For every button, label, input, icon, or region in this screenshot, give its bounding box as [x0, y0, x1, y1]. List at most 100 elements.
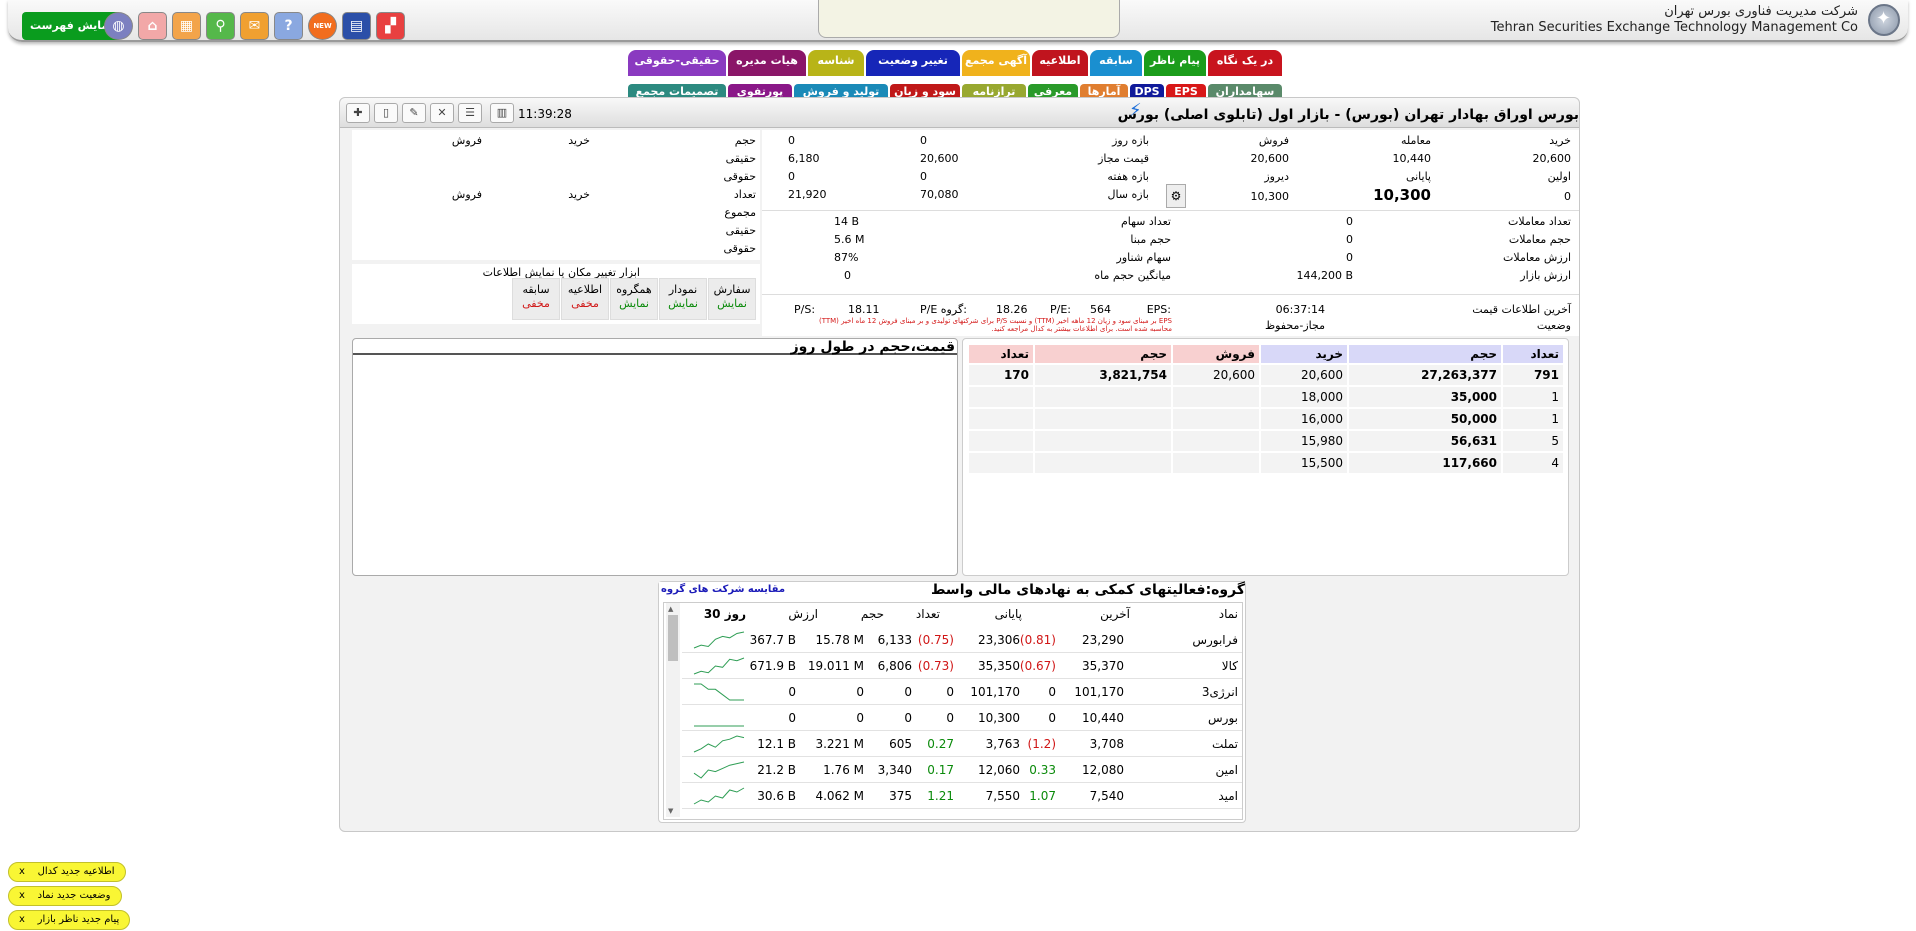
edit-icon[interactable]: ✎ [402, 103, 426, 123]
sparkline-path [694, 683, 744, 701]
tab-meeting[interactable]: آگهی مجمع [962, 50, 1030, 76]
ob-cell-sp [1173, 453, 1259, 473]
sparkline [693, 761, 745, 779]
group-cell-close: 101,170 [970, 685, 1020, 699]
new-icon[interactable]: NEW [308, 12, 337, 40]
globe-icon[interactable]: ◍ [104, 12, 133, 40]
label-pe: P/E: [1050, 303, 1071, 316]
group-cell-volume: 15.78 M [815, 633, 864, 647]
list-icon[interactable]: ☰ [458, 103, 482, 123]
calculator-icon[interactable]: ▯ [374, 103, 398, 123]
add-icon[interactable]: ✚ [346, 103, 370, 123]
tool-group-button[interactable]: همگروه نمایش [610, 278, 658, 320]
label-day-range: بازه روز [1112, 134, 1149, 147]
value-group-pe: 18.11 [848, 303, 880, 316]
group-cell-last: 101,170 [1074, 685, 1124, 699]
label-trade-count: تعداد معاملات [1508, 215, 1571, 228]
dashboard-icon[interactable]: ▞ [376, 12, 405, 40]
group-cell-symbol[interactable]: انرژی3 [1202, 685, 1238, 699]
tool-history-label: سابقه [522, 283, 550, 296]
tab-history[interactable]: سابقه [1090, 50, 1142, 76]
group-cell-symbol[interactable]: بورس [1208, 711, 1238, 725]
tab-board[interactable]: هیات مدیره [728, 50, 806, 76]
ob-cell-sv [1035, 409, 1171, 429]
label-last-info: آخرین اطلاعات قیمت [1472, 303, 1571, 316]
label-group-pe: P/E گروه: [920, 303, 967, 316]
group-cell-cchg: 0.27 [927, 737, 954, 751]
ob-cell-bv: 27,263,377 [1349, 365, 1501, 385]
close-icon[interactable]: x [19, 866, 25, 877]
help-icon[interactable]: ? [274, 12, 303, 40]
close-icon[interactable]: x [19, 890, 25, 901]
tool-order-button[interactable]: سفارش نمایش [708, 278, 756, 320]
group-cell-symbol[interactable]: امین [1215, 763, 1238, 777]
tool-chart-button[interactable]: نمودار نمایش [659, 278, 707, 320]
tab-overview[interactable]: در یک نگاه [1208, 50, 1282, 76]
close-icon[interactable]: x [19, 914, 25, 925]
group-row[interactable]: انرژی3 101,170 0 101,170 0 0 0 0 [682, 679, 1242, 705]
value-trade-value: 0 [1346, 251, 1353, 264]
value-allowed-hi: 20,600 [920, 152, 959, 165]
tool-announce-button[interactable]: اطلاعیه مخفی [561, 278, 609, 320]
tool-chart-label: نمودار [668, 283, 698, 296]
ob-cell-sc [969, 431, 1033, 451]
gh-close: پایانی [994, 607, 1022, 621]
scroll-up-icon[interactable]: ▲ [668, 605, 673, 613]
group-cell-lchg: 0 [1048, 685, 1056, 699]
scroll-down-icon[interactable]: ▼ [668, 807, 673, 815]
search-icon[interactable]: ⚲ [206, 12, 235, 40]
home-icon[interactable]: ⌂ [138, 12, 167, 40]
tool-chart-state: نمایش [668, 297, 698, 310]
value-day-range-lo: 0 [788, 134, 795, 147]
tsetmc-logo[interactable]: ✦ [1868, 4, 1900, 36]
compare-group-link[interactable]: مقایسه شرکت های گروه [661, 584, 785, 595]
gh-volume: حجم [860, 607, 884, 621]
group-cell-symbol[interactable]: کالا [1222, 659, 1238, 673]
group-row[interactable]: فرابورس 23,290 (0.81) 23,306 (0.75) 6,133 15.7… [682, 627, 1242, 653]
tools-icon[interactable]: ✕ [430, 103, 454, 123]
value-trade-count: 0 [1346, 215, 1353, 228]
group-cell-lchg: 0 [1048, 711, 1056, 725]
group-row[interactable]: تملت 3,708 (1.2) 3,763 0.27 605 3.221 M 12.1 B [682, 731, 1242, 757]
group-scrollbar[interactable]: ▲ ▼ [666, 603, 680, 817]
report-icon[interactable]: ▤ [342, 12, 371, 40]
group-row[interactable]: بورس 10,440 0 10,300 0 0 0 0 [682, 705, 1242, 731]
search-box[interactable] [818, 0, 1120, 38]
stats-block: تعداد معاملات حجم معاملات ارزش معاملات ا… [762, 210, 1579, 300]
ob-cell-sv [1035, 387, 1171, 407]
settings-icon[interactable]: ⚙ [1166, 184, 1186, 208]
chat-icon[interactable]: ✉ [240, 12, 269, 40]
group-cell-cchg: 0 [946, 711, 954, 725]
group-cell-close: 10,300 [978, 711, 1020, 725]
tool-history-state: مخفی [522, 297, 550, 310]
tab-status-change[interactable]: تغییر وضعیت [866, 50, 960, 76]
group-cell-symbol[interactable]: فرابورس [1192, 633, 1238, 647]
scroll-thumb[interactable] [668, 615, 678, 661]
ob-cell-bv: 117,660 [1349, 453, 1501, 473]
sparkline [693, 735, 745, 753]
group-cell-symbol[interactable]: تملت [1212, 737, 1238, 751]
group-cell-close: 12,060 [978, 763, 1020, 777]
group-row[interactable]: کالا 35,370 (0.67) 35,350 (0.73) 6,806 19.011 … [682, 653, 1242, 679]
group-cell-lchg: 1.07 [1029, 789, 1056, 803]
tab-identifier[interactable]: شناسه [808, 50, 864, 76]
ob-header-sell-price: فروش [1173, 345, 1259, 363]
ob-cell-sc [969, 387, 1033, 407]
tab-supervisor[interactable]: پیام ناظر [1144, 50, 1206, 76]
tool-history-button[interactable]: سابقه مخفی [512, 278, 560, 320]
group-row[interactable]: امید 7,540 1.07 7,550 1.21 375 4.062 M 30.6 B [682, 783, 1242, 809]
tab-real-legal[interactable]: حقیقی-حقوقی [628, 50, 726, 76]
notif-codal[interactable]: اطلاعیه جدید کدال x [8, 862, 126, 882]
table-icon[interactable]: ▦ [172, 12, 201, 40]
notif-supervisor[interactable]: پیام جدید ناظر بازار x [8, 910, 131, 930]
group-cell-symbol[interactable]: امید [1218, 789, 1238, 803]
group-row[interactable]: امین 12,080 0.33 12,060 0.17 3,340 1.76 M 21.2 … [682, 757, 1242, 783]
sparkline-path [693, 787, 745, 805]
value-year-lo: 21,920 [788, 188, 827, 201]
group-cell-value: 30.6 B [757, 789, 796, 803]
notif-status[interactable]: وضعیت جدید نماد x [8, 886, 122, 906]
bar-chart-icon[interactable]: ▥ [490, 103, 514, 123]
notif-codal-text: اطلاعیه جدید کدال [37, 866, 115, 877]
label-total: مجموع [724, 206, 756, 219]
tab-announcement[interactable]: اطلاعیه [1032, 50, 1088, 76]
